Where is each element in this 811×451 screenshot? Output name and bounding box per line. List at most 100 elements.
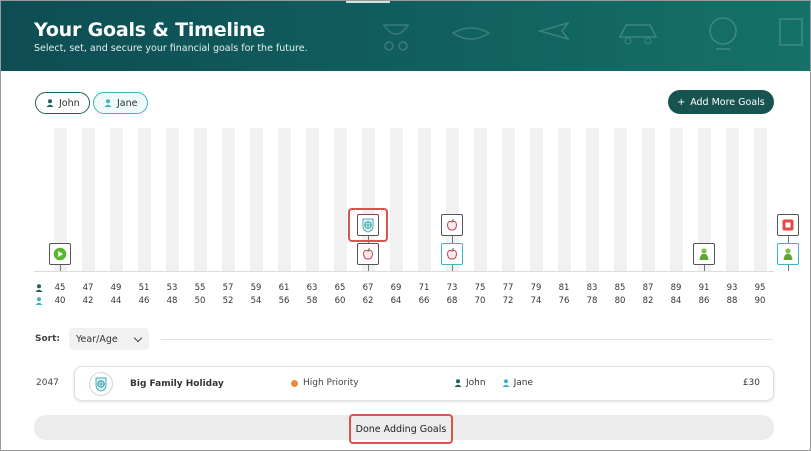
marker-stem [60, 265, 61, 271]
marker-stem [788, 265, 789, 271]
elderly-icon[interactable] [777, 243, 799, 265]
age-label: 55 [194, 283, 206, 293]
timeline-column [166, 128, 179, 271]
timeline-column [222, 128, 235, 271]
timeline-column [82, 128, 95, 271]
age-label: 95 [754, 283, 766, 293]
timeline-column [110, 128, 123, 271]
goal-year: 2047 [36, 378, 59, 388]
stop-icon[interactable] [777, 214, 799, 236]
john-person-icon [35, 284, 43, 292]
sort-divider [161, 339, 773, 340]
timeline-columns [1, 128, 810, 271]
timeline-column [306, 128, 319, 271]
goal-people: John Jane [454, 378, 533, 388]
age-label: 47 [82, 283, 94, 293]
chevron-down-icon [133, 333, 143, 343]
age-label: 90 [754, 296, 766, 306]
apple-icon[interactable] [357, 243, 379, 265]
age-label: 58 [306, 296, 318, 306]
marker-stem [452, 265, 453, 271]
age-label: 93 [726, 283, 738, 293]
age-label: 91 [698, 283, 710, 293]
age-label: 57 [222, 283, 234, 293]
age-label: 49 [110, 283, 122, 293]
marker-stem [368, 265, 369, 271]
marker-stem [704, 265, 705, 271]
age-label: 51 [138, 283, 150, 293]
age-label: 78 [586, 296, 598, 306]
timeline-column [614, 128, 627, 271]
play-icon[interactable] [49, 243, 71, 265]
timeline-baseline [34, 271, 774, 272]
age-label: 66 [418, 296, 430, 306]
age-label: 44 [110, 296, 122, 306]
hat-icon [451, 27, 491, 40]
person-toggle-jane[interactable]: Jane [93, 92, 148, 114]
age-label: 65 [334, 283, 346, 293]
timeline-column [250, 128, 263, 271]
timeline-column [418, 128, 431, 271]
page-header: Your Goals & Timeline Select, set, and s… [1, 1, 810, 71]
age-label: 80 [614, 296, 626, 306]
done-adding-goals-button[interactable]: Done Adding Goals [351, 416, 451, 442]
age-label: 73 [446, 283, 458, 293]
age-label: 56 [278, 296, 290, 306]
elderly-icon[interactable] [693, 243, 715, 265]
page-title: Your Goals & Timeline [34, 19, 266, 41]
age-label: 77 [502, 283, 514, 293]
age-label: 76 [558, 296, 570, 306]
goal-card[interactable]: Big Family Holiday High Priority John Ja… [74, 366, 774, 401]
person-toggle-label: Jane [117, 97, 138, 109]
sort-select-value: Year/Age [76, 333, 118, 345]
holiday-globe-icon [89, 372, 113, 396]
car-icon [618, 24, 658, 45]
goal-priority-label: High Priority [303, 378, 359, 388]
age-label: 62 [362, 296, 374, 306]
book-icon [779, 18, 803, 46]
age-label: 42 [82, 296, 94, 306]
age-label: 48 [166, 296, 178, 306]
timeline-column [642, 128, 655, 271]
person-toggle-label: John [59, 97, 80, 109]
goal-name: Big Family Holiday [130, 379, 224, 389]
age-label: 88 [726, 296, 738, 306]
apple-icon[interactable] [441, 243, 463, 265]
goal-amount: £30 [742, 378, 760, 388]
timeline-column [586, 128, 599, 271]
sort-select[interactable]: Year/Age [69, 328, 149, 350]
age-label: 60 [334, 296, 346, 306]
sort-label: Sort: [35, 334, 61, 344]
timeline-column [754, 128, 767, 271]
jane-person-icon [35, 297, 43, 305]
age-label: 40 [54, 296, 66, 306]
globe-icon [709, 17, 737, 50]
age-label: 45 [54, 283, 66, 293]
timeline-column [278, 128, 291, 271]
add-more-goals-label: Add More Goals [690, 96, 765, 108]
age-label: 61 [278, 283, 290, 293]
age-label: 81 [558, 283, 570, 293]
goals-timeline-page: Your Goals & Timeline Select, set, and s… [0, 0, 811, 451]
age-label: 86 [698, 296, 710, 306]
timeline-column [558, 128, 571, 271]
age-label: 71 [418, 283, 430, 293]
priority-dot-icon [291, 379, 298, 387]
stroller-icon [382, 24, 410, 51]
age-label: 75 [474, 283, 486, 293]
goal-person-jane: Jane [513, 378, 533, 388]
apple-icon[interactable] [441, 214, 463, 236]
age-label: 70 [474, 296, 486, 306]
age-label: 67 [362, 283, 374, 293]
timeline-column [670, 128, 683, 271]
timeline-column [474, 128, 487, 271]
person-toggle-john[interactable]: John [35, 92, 90, 114]
age-label: 72 [502, 296, 514, 306]
age-label: 89 [670, 283, 682, 293]
timeline-column [390, 128, 403, 271]
add-more-goals-button[interactable]: + Add More Goals [668, 90, 774, 114]
age-label: 85 [614, 283, 626, 293]
goal-person-john: John [466, 378, 486, 388]
timeline-column [726, 128, 739, 271]
age-label: 68 [446, 296, 458, 306]
